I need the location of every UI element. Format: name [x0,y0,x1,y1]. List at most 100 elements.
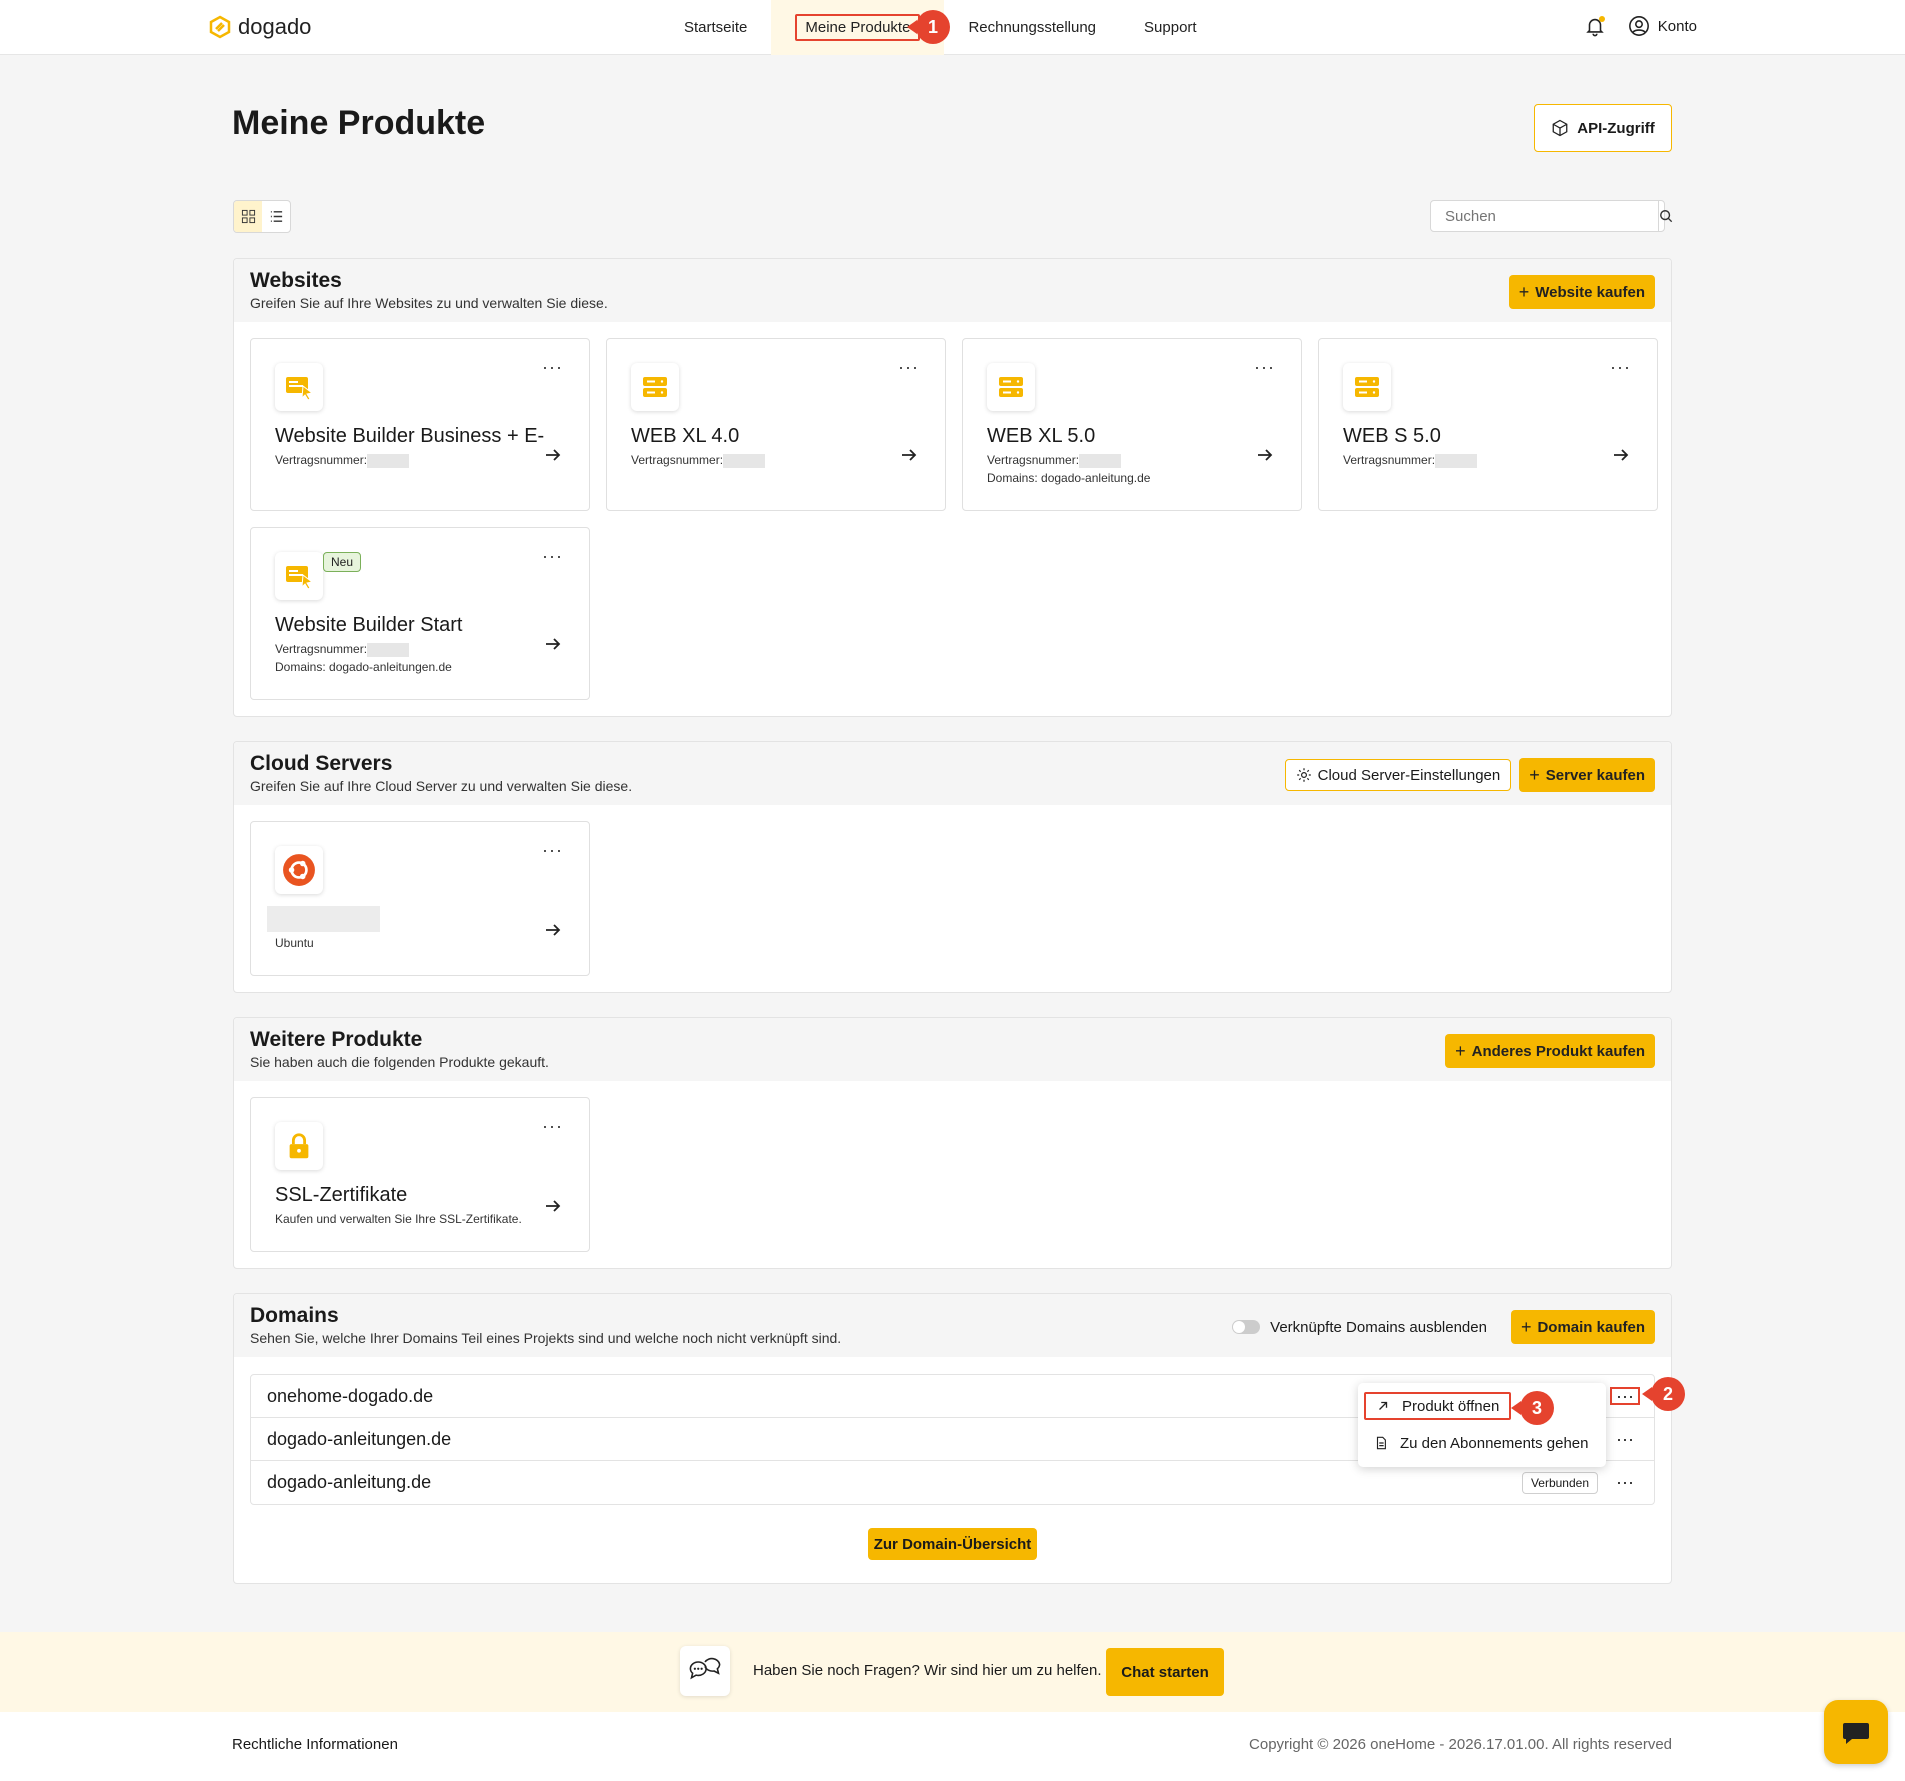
notifications-bell-icon[interactable] [1584,15,1606,37]
contract-number: Vertragsnummer: [631,453,766,468]
contract-label: Vertragsnummer: [631,453,724,467]
product-domains: Domains: dogado-anleitung.de [987,471,1151,485]
logo[interactable]: dogado [208,14,311,40]
product-name: Website Builder Start [275,614,463,636]
domain-context-menu: Produkt öffnen Zu den Abonnements gehen [1358,1383,1606,1467]
top-bar: dogado Startseite Meine Produkte Rechnun… [0,0,1905,55]
menu-go-to-subscriptions[interactable]: Zu den Abonnements gehen [1364,1429,1598,1457]
card-menu-button[interactable]: ··· [542,840,563,861]
product-card[interactable]: ··· WEB S 5.0 Vertragsnummer: [1318,338,1658,511]
section-subtitle: Greifen Sie auf Ihre Websites zu und ver… [250,295,608,311]
card-menu-button[interactable]: ··· [542,546,563,567]
button-label: Server kaufen [1545,766,1645,784]
button-label: Cloud Server-Einstellungen [1317,766,1501,784]
plus-icon: + [1518,281,1530,302]
menu-label: Zu den Abonnements gehen [1400,1434,1589,1452]
domain-menu-button[interactable]: ··· [1616,1472,1634,1493]
cloud-settings-button[interactable]: Cloud Server-Einstellungen [1284,759,1512,791]
notification-dot [1598,16,1605,22]
product-card[interactable]: ··· Website Builder Business + E-… Vertr… [250,338,590,511]
server-os: Ubuntu [275,936,314,950]
nav-label: Support [1144,19,1197,36]
cube-icon [1552,119,1568,137]
nav-startseite[interactable]: Startseite [660,0,771,55]
external-arrow-icon [1379,1401,1388,1410]
domain-row[interactable]: dogado-anleitung.de Verbunden ··· [251,1461,1654,1504]
api-access-button[interactable]: API-Zugriff [1534,104,1672,152]
card-menu-button[interactable]: ··· [542,357,563,378]
buy-server-button[interactable]: + Server kaufen [1519,758,1655,792]
help-text: Haben Sie noch Fragen? Wir sind hier um … [753,1662,1102,1679]
server-icon [631,363,679,411]
cloud-server-card[interactable]: ··· Ubuntu [250,821,590,976]
grid-view-button[interactable] [234,201,262,232]
account-menu[interactable]: Konto [1628,15,1697,37]
legal-info-link[interactable]: Rechtliche Informationen [232,1736,398,1753]
card-menu-button[interactable]: ··· [1610,357,1631,378]
card-menu-button[interactable]: ··· [1254,357,1275,378]
domain-menu-button[interactable]: ··· [1616,1429,1634,1450]
domain-overview-button[interactable]: Zur Domain-Übersicht [868,1528,1037,1560]
product-name: Website Builder Business + E-… [275,425,545,447]
arrow-right-icon[interactable] [1255,445,1275,465]
buy-domain-button[interactable]: + Domain kaufen [1510,1310,1655,1344]
arrow-right-icon[interactable] [543,920,563,940]
document-icon [1376,1436,1386,1450]
cloud-servers-section: Cloud Servers Greifen Sie auf Ihre Cloud… [233,741,1672,993]
search-icon [1660,210,1673,223]
arrow-right-icon[interactable] [543,1196,563,1216]
logo-text: dogado [238,14,312,39]
product-card[interactable]: ··· WEB XL 5.0 Vertragsnummer: Domains: … [962,338,1302,511]
buy-website-button[interactable]: + Website kaufen [1508,275,1655,309]
more-header: Weitere Produkte Sie haben auch die folg… [234,1018,1671,1081]
callout-1: 1 [907,10,950,44]
arrow-right-icon[interactable] [543,445,563,465]
list-view-button[interactable] [262,201,290,232]
card-menu-button[interactable]: ··· [898,357,919,378]
nav-rechnungsstellung[interactable]: Rechnungsstellung [944,0,1120,55]
domain-menu-button[interactable]: ··· [1610,1387,1640,1405]
ssl-card[interactable]: ··· SSL-Zertifikate Kaufen und verwalten… [250,1097,590,1252]
hide-linked-domains-toggle[interactable]: Verknüpfte Domains ausblenden [1232,1319,1487,1336]
arrow-right-icon[interactable] [543,634,563,654]
product-card[interactable]: ··· WEB XL 4.0 Vertragsnummer: [606,338,946,511]
product-name: WEB S 5.0 [1343,425,1441,447]
api-access-label: API-Zugriff [1577,119,1655,137]
product-name: SSL-Zertifikate [275,1184,408,1206]
arrow-right-icon[interactable] [1611,445,1631,465]
chat-widget-button[interactable] [1824,1700,1888,1764]
nav-support[interactable]: Support [1120,0,1221,55]
plus-icon: + [1520,1316,1532,1337]
redacted-value [1079,453,1122,468]
view-toggle [233,200,291,233]
redacted-server-name [267,906,380,932]
button-label: Website kaufen [1535,283,1645,301]
contract-label: Vertragsnummer: [987,453,1080,467]
arrow-right-icon[interactable] [899,445,919,465]
gear-icon [1296,768,1311,782]
product-card[interactable]: Neu ··· Website Builder Start Vertragsnu… [250,527,590,700]
footer: Rechtliche Informationen Copyright © 202… [0,1712,1905,1781]
product-name: WEB XL 5.0 [987,425,1096,447]
lock-icon [275,1122,323,1170]
start-chat-button[interactable]: Chat starten [1106,1648,1224,1696]
buy-other-product-button[interactable]: + Anderes Produkt kaufen [1445,1034,1655,1068]
header-right: Konto [1584,15,1697,37]
menu-open-product[interactable]: Produkt öffnen [1364,1392,1512,1420]
account-label: Konto [1657,17,1697,35]
nav-label: Startseite [684,19,748,36]
search-input[interactable] [1431,201,1658,231]
ubuntu-icon [275,846,323,894]
card-menu-button[interactable]: ··· [542,1116,563,1137]
redacted-value [367,642,410,657]
list-icon [270,211,282,222]
product-description: Kaufen und verwalten Sie Ihre SSL-Zertif… [275,1212,522,1226]
toggle-switch[interactable] [1232,1320,1261,1334]
website-builder-icon [275,552,323,600]
toggle-label: Verknüpfte Domains ausblenden [1270,1318,1487,1336]
search-button[interactable] [1658,201,1673,231]
contract-label: Vertragsnummer: [1343,453,1436,467]
cloud-header: Cloud Servers Greifen Sie auf Ihre Cloud… [234,742,1671,805]
callout-2: 2 [1642,1377,1685,1411]
nav-label: Meine Produkte [795,14,921,41]
